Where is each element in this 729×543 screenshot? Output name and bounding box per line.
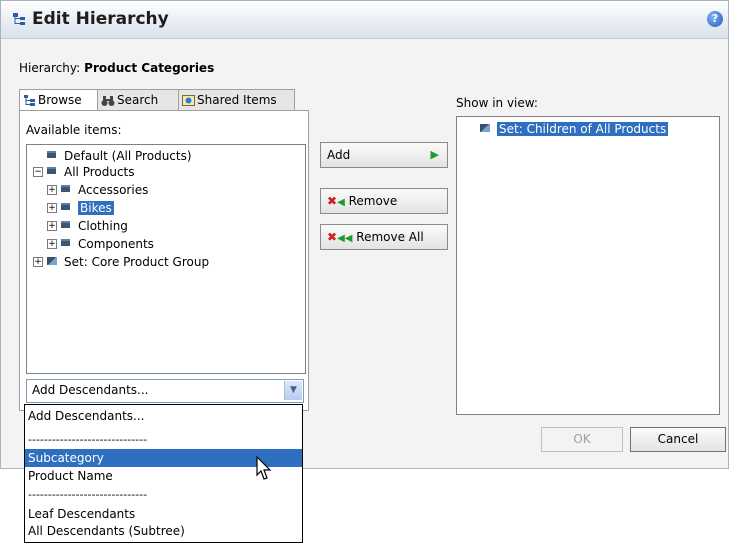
tree-node-label: Components <box>78 237 154 251</box>
member-icon <box>61 185 70 192</box>
chevron-down-icon[interactable]: ▼ <box>284 381 302 400</box>
member-tree[interactable]: Default (All Products) − All Products + … <box>26 144 306 374</box>
tree-node-bikes[interactable]: Bikes <box>61 200 114 216</box>
tab-shared-items[interactable]: Shared Items <box>178 89 295 110</box>
tree-node-all-products[interactable]: All Products <box>47 164 135 180</box>
dropdown-option[interactable]: Leaf Descendants <box>25 505 302 523</box>
binoculars-icon <box>101 96 115 106</box>
add-mode-value: Add Descendants... <box>32 383 149 397</box>
browse-panel: Available items: Default (All Products) … <box>19 110 309 411</box>
tree-node-accessories[interactable]: Accessories <box>61 182 148 198</box>
tab-browse[interactable]: Browse <box>19 89 101 111</box>
tree-node-components[interactable]: Components <box>61 236 154 252</box>
remove-group: ✖◀ Remove <box>327 189 397 215</box>
tree-node-clothing[interactable]: Clothing <box>61 218 128 234</box>
view-item-label: Set: Children of All Products <box>497 122 669 136</box>
dropdown-separator: ------------------------------ <box>28 490 148 501</box>
tree-node-label: Accessories <box>78 183 149 197</box>
member-icon <box>61 239 70 246</box>
tab-search-label: Search <box>117 93 159 107</box>
member-icon <box>47 167 56 174</box>
expand-icon[interactable]: + <box>47 239 57 249</box>
shared-items-icon <box>182 95 195 106</box>
member-icon <box>61 221 70 228</box>
tree-node-core-product-group[interactable]: Set: Core Product Group <box>47 254 209 270</box>
collapse-icon[interactable]: − <box>33 167 43 177</box>
hierarchy-name: Product Categories <box>84 61 215 75</box>
dropdown-separator: ------------------------------ <box>28 435 148 446</box>
remove-all-group: ✖◀◀ Remove All <box>327 225 424 251</box>
dropdown-option[interactable]: Add Descendants... <box>25 407 302 425</box>
dialog-title: Edit Hierarchy <box>32 9 169 29</box>
remove-all-icon: ✖ <box>327 230 338 244</box>
hierarchy-line: Hierarchy: Product Categories <box>19 61 214 75</box>
play-arrow-icon: ▶ <box>430 148 439 161</box>
expand-icon[interactable]: + <box>47 221 57 231</box>
expand-icon[interactable]: + <box>47 203 57 213</box>
remove-icon: ✖ <box>327 194 338 208</box>
set-icon <box>47 257 57 265</box>
dropdown-option[interactable]: All Descendants (Subtree) <box>25 522 302 540</box>
ok-button: OK <box>541 427 623 452</box>
cancel-button[interactable]: Cancel <box>630 427 726 452</box>
remove-all-button-label: Remove All <box>356 230 424 244</box>
hierarchy-label: Hierarchy: <box>19 61 81 75</box>
add-mode-select[interactable]: Add Descendants... ▼ <box>26 379 304 403</box>
double-arrow-left-icon: ◀◀ <box>337 233 353 244</box>
add-button[interactable]: Add ▶ <box>320 142 448 168</box>
browse-icon <box>24 95 35 106</box>
available-items-label: Available items: <box>26 123 122 137</box>
expand-icon[interactable]: + <box>33 257 43 267</box>
help-icon[interactable]: ? <box>707 11 723 27</box>
remove-button[interactable]: ✖◀ Remove <box>320 188 448 214</box>
title-bar: Edit Hierarchy ? <box>1 1 728 39</box>
mouse-pointer-icon <box>256 456 272 480</box>
show-in-view-list[interactable]: Set: Children of All Products <box>456 116 720 415</box>
tab-search[interactable]: Search <box>97 89 182 110</box>
set-icon <box>480 124 490 132</box>
tab-shared-items-label: Shared Items <box>197 93 277 107</box>
remove-all-button[interactable]: ✖◀◀ Remove All <box>320 224 448 250</box>
tree-node-label: Default (All Products) <box>64 149 192 163</box>
remove-button-label: Remove <box>348 194 398 208</box>
tree-node-label: All Products <box>64 165 135 179</box>
hierarchy-icon <box>13 13 25 25</box>
member-icon <box>61 203 70 210</box>
tree-node-label: Clothing <box>78 219 128 233</box>
edit-hierarchy-dialog: Edit Hierarchy ? Hierarchy: Product Categ… <box>0 0 729 469</box>
member-icon <box>47 151 56 158</box>
add-button-label: Add <box>327 148 351 162</box>
tree-node-label: Set: Core Product Group <box>64 255 210 269</box>
tab-browse-label: Browse <box>38 93 82 107</box>
tree-node-default[interactable]: Default (All Products) <box>47 148 192 164</box>
arrow-left-icon: ◀ <box>337 197 345 208</box>
tree-node-label: Bikes <box>78 201 114 215</box>
view-item[interactable]: Set: Children of All Products <box>480 121 669 137</box>
expand-icon[interactable]: + <box>47 185 57 195</box>
show-in-view-label: Show in view: <box>456 96 538 110</box>
